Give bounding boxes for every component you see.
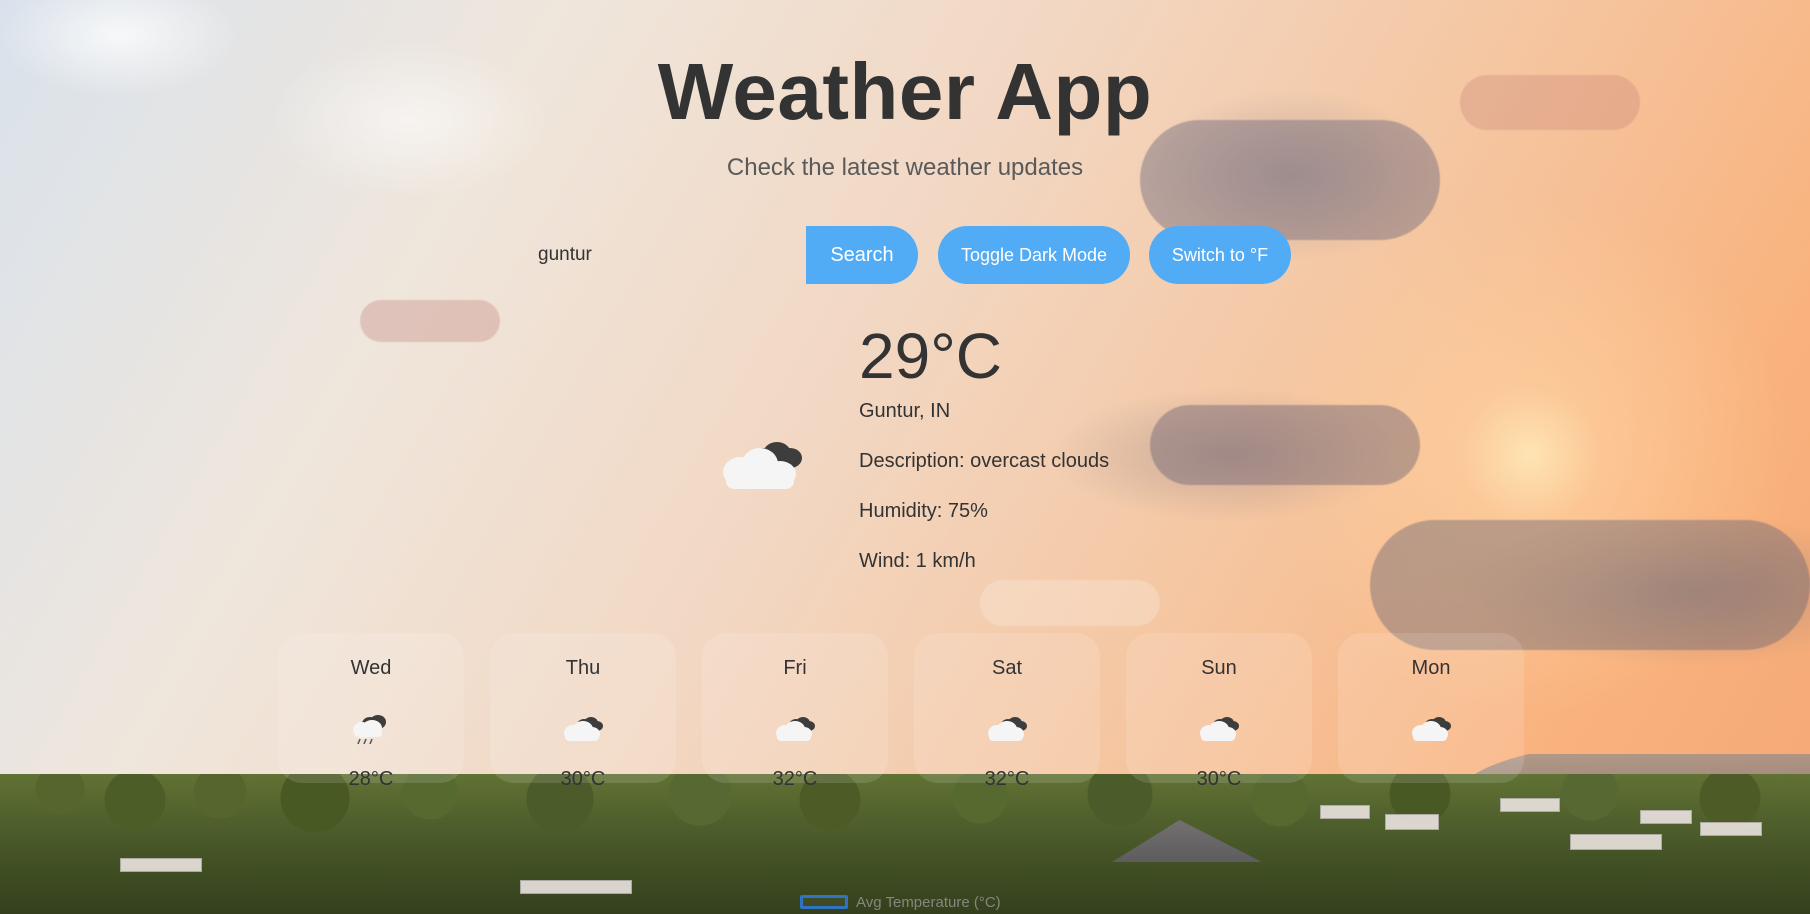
legend-swatch	[800, 895, 848, 909]
forecast-day-card: Thu 30°C	[490, 633, 676, 790]
forecast-day-card: Sun 30°C	[1126, 633, 1312, 790]
forecast-temperature: 30°C	[1196, 768, 1242, 790]
forecast-day-card: Mon	[1338, 633, 1524, 783]
forecast-temperature: 30°C	[560, 768, 606, 790]
forecast-temperature: 32°C	[984, 768, 1030, 790]
switch-unit-button[interactable]: Switch to °F	[1149, 226, 1291, 284]
forecast-day-label: Mon	[1411, 657, 1451, 679]
cloudy-icon	[776, 717, 815, 741]
forecast-day-card: Fri 32°C	[702, 633, 888, 790]
toggle-dark-mode-button[interactable]: Toggle Dark Mode	[938, 226, 1130, 284]
forecast-day-label: Thu	[565, 657, 601, 679]
weather-app: Weather App Check the latest weather upd…	[0, 0, 1810, 914]
page-title: Weather App	[657, 47, 1153, 136]
page-subtitle: Check the latest weather updates	[726, 154, 1084, 181]
city-search-input[interactable]	[518, 226, 806, 284]
rain-cloud-icon	[353, 715, 386, 745]
search-controls: Search Toggle Dark Mode Switch to °F	[518, 226, 1328, 284]
current-location: Guntur, IN	[859, 400, 951, 422]
current-weather: 29°C Guntur, IN Description: overcast cl…	[700, 320, 1160, 580]
forecast-temperature: 28°C	[348, 768, 394, 790]
legend-label: Avg Temperature (°C)	[856, 893, 1001, 911]
humidity-value: Humidity: 75%	[859, 500, 988, 522]
current-temperature: 29°C	[859, 320, 1002, 392]
cloudy-icon	[988, 717, 1027, 741]
forecast-day-label: Wed	[350, 657, 392, 679]
forecast-list: Wed 28°C Thu 30°C Fri 32°C Sat 32°C Sun …	[278, 633, 1528, 790]
weather-description: Description: overcast clouds	[859, 450, 1110, 472]
forecast-day-card: Wed 28°C	[278, 633, 464, 790]
forecast-day-label: Sat	[991, 657, 1023, 679]
cloudy-icon	[1412, 717, 1451, 741]
forecast-day-label: Fri	[783, 657, 807, 679]
forecast-day-card: Sat 32°C	[914, 633, 1100, 790]
cloudy-icon	[723, 442, 802, 489]
cloudy-icon	[1200, 717, 1239, 741]
search-button[interactable]: Search	[806, 226, 918, 284]
forecast-day-label: Sun	[1201, 657, 1237, 679]
cloudy-icon	[564, 717, 603, 741]
forecast-temperature: 32°C	[772, 768, 818, 790]
wind-value: Wind: 1 km/h	[859, 550, 976, 572]
chart-legend: Avg Temperature (°C)	[800, 893, 1001, 911]
